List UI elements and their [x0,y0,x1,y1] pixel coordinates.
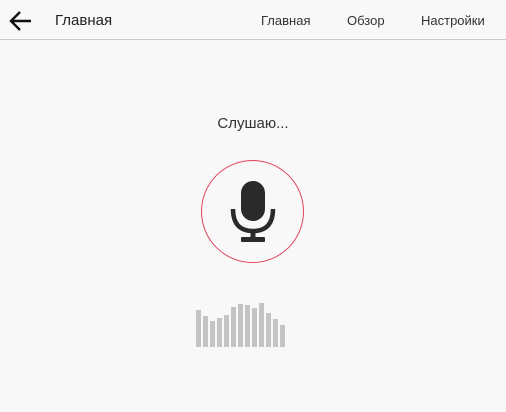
back-button[interactable] [8,8,34,34]
waveform-bar [266,313,271,347]
listening-status: Слушаю... [217,115,289,132]
waveform-bar [217,318,222,347]
app-window: Главная Главная Обзор Настройки Слушаю..… [0,0,506,412]
arrow-left-icon [9,11,31,31]
waveform-bar [280,325,285,347]
page-title: Главная [55,12,113,29]
nav-item-home[interactable]: Главная [261,13,310,28]
waveform-bar [273,319,278,347]
nav-item-overview[interactable]: Обзор [347,13,385,28]
waveform-bar [245,305,250,347]
waveform-bar [210,321,215,347]
waveform-bar [224,315,229,347]
waveform-bar [203,316,208,347]
microphone-button[interactable] [201,160,304,263]
microphone-icon [230,181,276,242]
waveform-bar [231,307,236,347]
waveform-bar [196,310,201,347]
top-bar: Главная Главная Обзор Настройки [0,0,506,40]
waveform-bar [238,304,243,347]
nav-item-settings[interactable]: Настройки [421,13,485,28]
waveform-bar [259,303,264,347]
waveform-bar [252,308,257,347]
